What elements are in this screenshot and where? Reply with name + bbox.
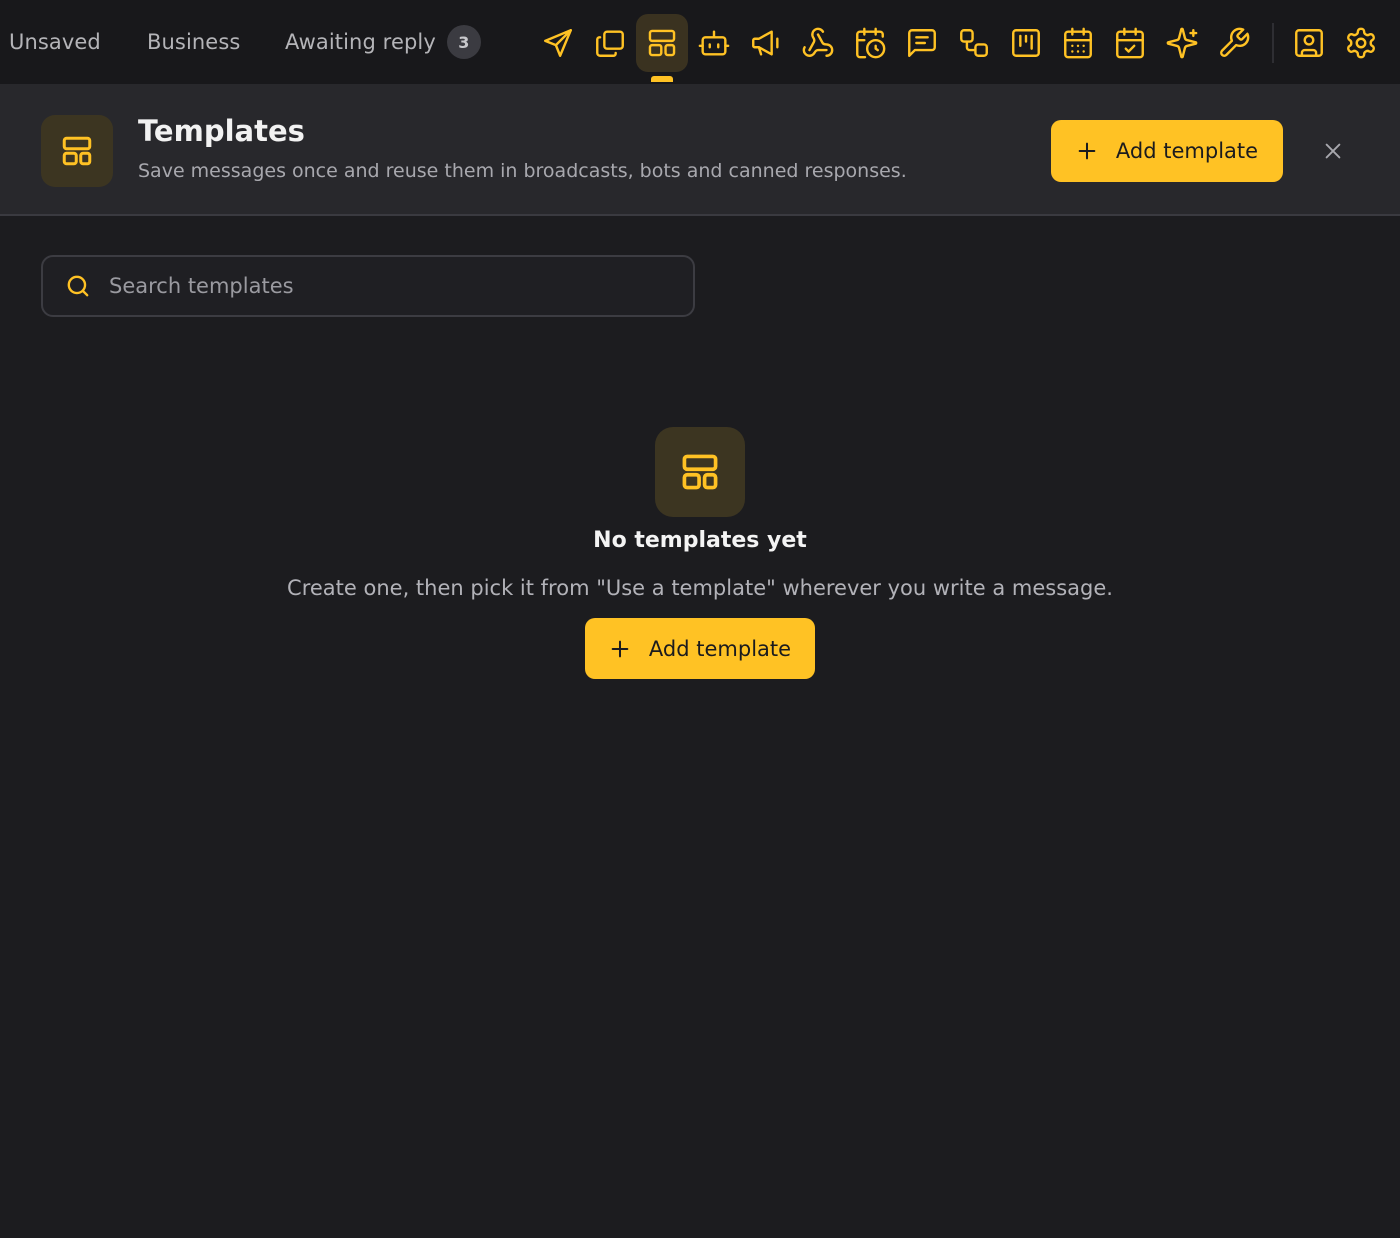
send-button[interactable] bbox=[532, 14, 584, 72]
empty-state-icon-tile bbox=[655, 427, 745, 517]
filter-tab-awaiting-reply[interactable]: Awaiting reply 3 bbox=[285, 0, 481, 84]
templates-icon bbox=[648, 29, 676, 57]
webhooks-button[interactable] bbox=[792, 14, 844, 72]
templates-button[interactable] bbox=[636, 14, 688, 82]
count-badge: 3 bbox=[446, 25, 481, 59]
page-subtitle: Save messages once and reuse them in bro… bbox=[138, 160, 907, 182]
bookings-button[interactable] bbox=[1104, 14, 1156, 72]
bots-button[interactable] bbox=[688, 14, 740, 72]
kanban-icon bbox=[1012, 29, 1040, 57]
settings-icon bbox=[1347, 27, 1375, 59]
messages-button[interactable] bbox=[896, 14, 948, 72]
contact-card-icon bbox=[1295, 29, 1323, 57]
toolbar-divider bbox=[1272, 23, 1274, 63]
copy-button[interactable] bbox=[584, 14, 636, 72]
filter-tab-business[interactable]: Business bbox=[147, 0, 240, 84]
calendar-button[interactable] bbox=[1052, 14, 1104, 72]
templates-icon bbox=[62, 136, 92, 166]
tools-button[interactable] bbox=[1208, 14, 1260, 72]
settings-button[interactable] bbox=[1335, 14, 1387, 72]
contacts-button[interactable] bbox=[1283, 14, 1335, 72]
toolbar bbox=[532, 14, 1387, 82]
page-title: Templates bbox=[138, 114, 305, 148]
wrench-icon bbox=[1220, 27, 1250, 57]
active-indicator bbox=[651, 76, 673, 82]
search-box[interactable] bbox=[41, 255, 695, 317]
filter-tab-unsaved[interactable]: Unsaved bbox=[9, 0, 101, 84]
templates-icon bbox=[682, 454, 718, 490]
send-icon bbox=[544, 29, 572, 57]
templates-header: Templates Save messages once and reuse t… bbox=[0, 84, 1400, 216]
close-icon bbox=[1325, 143, 1341, 159]
add-template-label: Add template bbox=[648, 636, 792, 661]
search-input[interactable] bbox=[107, 273, 667, 299]
message-text-icon bbox=[908, 29, 936, 57]
add-template-button[interactable]: Add template bbox=[1051, 120, 1283, 182]
filter-tab-label: Awaiting reply bbox=[285, 30, 436, 54]
broadcasts-button[interactable] bbox=[740, 14, 792, 72]
ai-button[interactable] bbox=[1156, 14, 1208, 72]
calendar-check-icon bbox=[1116, 27, 1144, 59]
webhook-icon bbox=[802, 27, 834, 57]
scheduled-button[interactable] bbox=[844, 14, 896, 72]
sparkles-icon bbox=[1166, 27, 1198, 59]
close-button[interactable] bbox=[1314, 132, 1352, 170]
add-template-label: Add template bbox=[1115, 139, 1259, 163]
megaphone-icon bbox=[752, 30, 779, 56]
calendar-clock-icon bbox=[856, 27, 886, 59]
top-bar: Unsaved Business Awaiting reply 3 bbox=[0, 0, 1400, 84]
search-icon bbox=[67, 275, 89, 297]
workflow-icon bbox=[960, 29, 988, 57]
workflows-button[interactable] bbox=[948, 14, 1000, 72]
filter-tab-label: Unsaved bbox=[9, 30, 101, 54]
header-icon-tile bbox=[41, 115, 113, 187]
calendar-grid-icon bbox=[1064, 27, 1092, 59]
empty-add-template-button[interactable]: Add template bbox=[585, 618, 815, 679]
plus-icon bbox=[611, 640, 629, 657]
bot-icon bbox=[698, 30, 730, 56]
kanban-button[interactable] bbox=[1000, 14, 1052, 72]
copy-icon bbox=[596, 30, 624, 57]
empty-state-description: Create one, then pick it from "Use a tem… bbox=[287, 576, 1113, 600]
filter-tab-label: Business bbox=[147, 30, 241, 54]
empty-state-title: No templates yet bbox=[593, 528, 807, 553]
plus-icon bbox=[1078, 142, 1096, 160]
